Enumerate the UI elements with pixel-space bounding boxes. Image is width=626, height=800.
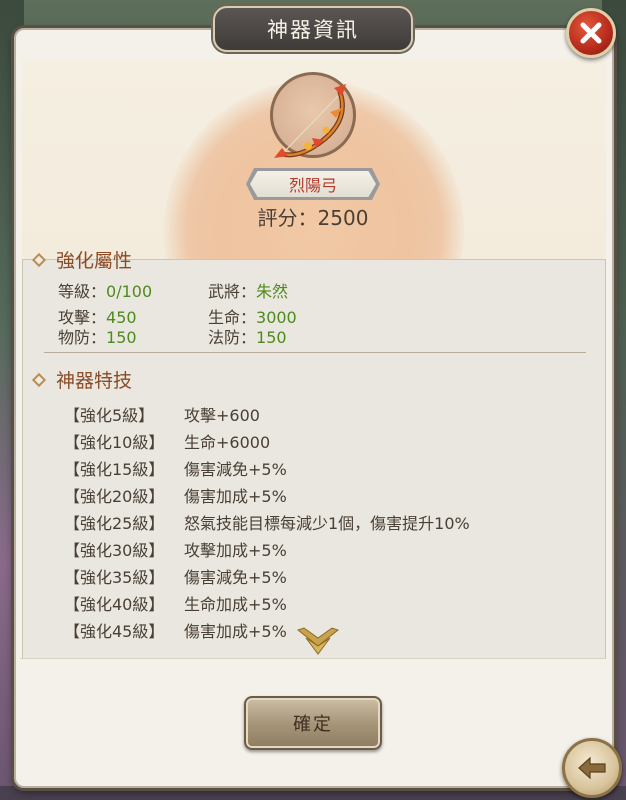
skill-level: 【強化30級】 (64, 541, 165, 560)
skill-row: 【強化40級】 生命加成+5% (64, 591, 287, 615)
skill-effect: 傷害減免+5% (184, 460, 287, 479)
attr-value: 150 (106, 328, 137, 347)
dialog-title: 神器資訊 (213, 6, 413, 52)
skill-row: 【強化25級】 怒氣技能目標每減少1個，傷害提升10% (64, 510, 470, 534)
item-name: 烈陽弓 (250, 171, 376, 197)
skill-effect: 傷害減免+5% (184, 568, 287, 587)
score-label: 評分： (257, 206, 318, 230)
skill-level: 【強化45級】 (64, 622, 165, 641)
section-attributes-header: 強化屬性 (31, 246, 133, 273)
attr-value: 朱然 (256, 282, 289, 301)
score-value: 2500 (317, 206, 369, 230)
attr-physical-defense: 物防：150 (58, 324, 137, 348)
skills-title: 神器特技 (56, 370, 133, 392)
skill-level: 【強化5級】 (64, 406, 155, 425)
skill-row: 【強化15級】 傷害減免+5% (64, 456, 287, 480)
background-bottom (0, 786, 626, 800)
attr-label: 武將： (208, 282, 257, 301)
skill-level: 【強化20級】 (64, 487, 165, 506)
section-divider (44, 352, 586, 353)
skill-effect: 傷害加成+5% (184, 487, 287, 506)
attr-value: 0/100 (106, 282, 153, 301)
back-button[interactable] (562, 738, 622, 798)
attributes-title: 強化屬性 (56, 250, 133, 272)
skill-level: 【強化40級】 (64, 595, 165, 614)
skill-level: 【強化25級】 (64, 514, 165, 533)
skill-effect: 傷害加成+5% (184, 622, 287, 641)
attr-value: 150 (256, 328, 287, 347)
skill-effect: 攻擊加成+5% (184, 541, 287, 560)
skill-effect: 怒氣技能目標每減少1個，傷害提升10% (184, 514, 470, 533)
close-icon (580, 22, 602, 44)
skill-row: 【強化35級】 傷害減免+5% (64, 564, 287, 588)
back-arrow-icon (578, 756, 606, 780)
skill-level: 【強化15級】 (64, 460, 165, 479)
skill-effect: 生命+6000 (184, 433, 271, 452)
skill-row: 【強化10級】 生命+6000 (64, 429, 270, 453)
skill-effect: 攻擊+600 (184, 406, 260, 425)
attr-label: 物防： (58, 328, 107, 347)
attr-level: 等級：0/100 (58, 278, 152, 302)
attr-label: 法防： (208, 328, 257, 347)
attr-general: 武將：朱然 (208, 278, 288, 302)
close-button[interactable] (566, 8, 616, 58)
skill-row: 【強化20級】 傷害加成+5% (64, 483, 287, 507)
skill-level: 【強化10級】 (64, 433, 165, 452)
skill-row: 【強化45級】 傷害加成+5% (64, 618, 287, 642)
scroll-down-arrow-icon[interactable] (296, 624, 340, 658)
skill-row: 【強化5級】 攻擊+600 (64, 402, 260, 426)
skill-level: 【強化35級】 (64, 568, 165, 587)
bow-icon (274, 84, 346, 158)
skill-row: 【強化30級】 攻擊加成+5% (64, 537, 287, 561)
item-score: 評分：2500 (0, 202, 626, 231)
diamond-icon (31, 372, 47, 387)
confirm-button[interactable]: 確定 (244, 696, 382, 750)
skill-effect: 生命加成+5% (184, 595, 287, 614)
section-skills-header: 神器特技 (31, 366, 133, 393)
diamond-icon (31, 252, 47, 267)
attr-magic-defense: 法防：150 (208, 324, 287, 348)
attr-label: 等級： (58, 282, 107, 301)
